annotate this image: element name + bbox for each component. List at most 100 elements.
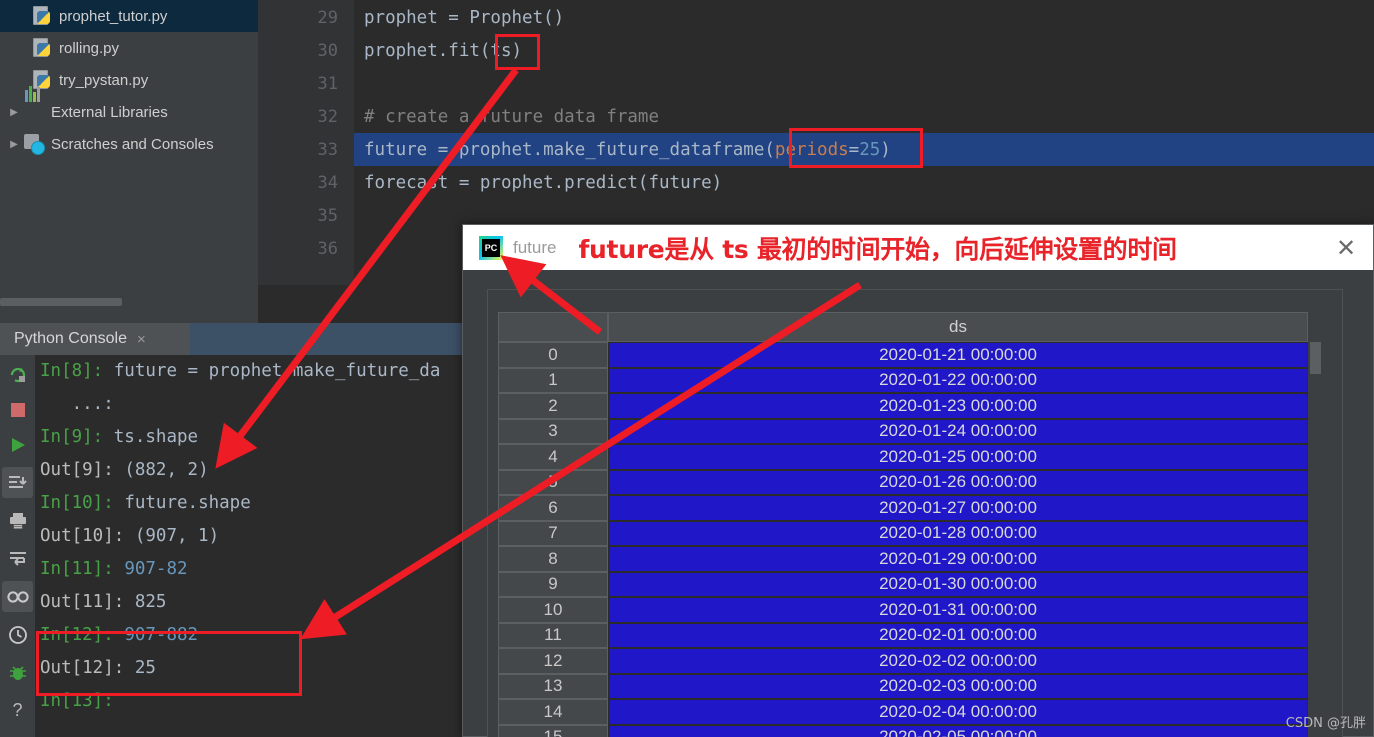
table-cell-index[interactable]: 7: [498, 520, 608, 546]
tree-item-external-libraries[interactable]: ▶ External Libraries: [0, 86, 258, 128]
table-header-index[interactable]: [498, 312, 608, 342]
scroll-to-end-icon[interactable]: [2, 467, 33, 498]
tab-python-console[interactable]: Python Console ×: [0, 323, 190, 355]
table-cell-ds[interactable]: 2020-01-28 00:00:00: [608, 520, 1308, 546]
table-cell-ds[interactable]: 2020-01-29 00:00:00: [608, 546, 1308, 572]
code-33-prefix: future = prophet.make_future_dataframe(: [364, 140, 775, 160]
table-cell-ds[interactable]: 2020-01-31 00:00:00: [608, 597, 1308, 623]
line-number: 35: [317, 206, 338, 226]
table-cell-ds[interactable]: 2020-01-22 00:00:00: [608, 367, 1308, 393]
close-icon[interactable]: ✕: [1333, 235, 1359, 262]
debug-icon[interactable]: [2, 657, 33, 688]
table-cell-index[interactable]: 9: [498, 571, 608, 597]
python-file-icon: [32, 6, 54, 26]
table-cell-ds[interactable]: 2020-01-24 00:00:00: [608, 418, 1308, 444]
console-line-in10: In[10]: future.shape: [40, 493, 251, 513]
table-row[interactable]: 14 2020-02-04 00:00:00: [498, 699, 1308, 725]
dataframe-table[interactable]: ds 0 2020-01-21 00:00:00 1 2020-01-22 00:00…: [498, 312, 1308, 737]
more-options-icon[interactable]: ?: [2, 695, 33, 726]
stop-icon[interactable]: [2, 394, 33, 425]
close-icon[interactable]: ×: [137, 331, 146, 348]
tree-item-scratches-and-consoles[interactable]: ▶ Scratches and Consoles: [0, 128, 258, 160]
table-row[interactable]: 15 2020-02-05 00:00:00: [498, 724, 1308, 737]
console-toolbar[interactable]: ?: [0, 355, 35, 737]
table-cell-index[interactable]: 2: [498, 393, 608, 419]
console-line-out9: Out[9]: (882, 2): [40, 460, 209, 480]
table-row[interactable]: 13 2020-02-03 00:00:00: [498, 673, 1308, 699]
table-cell-ds[interactable]: 2020-02-05 00:00:00: [608, 724, 1308, 737]
table-row[interactable]: 1 2020-01-22 00:00:00: [498, 367, 1308, 393]
soft-wrap-icon[interactable]: [2, 543, 33, 574]
table-row[interactable]: 4 2020-01-25 00:00:00: [498, 444, 1308, 470]
table-row[interactable]: 11 2020-02-01 00:00:00: [498, 622, 1308, 648]
table-cell-index[interactable]: 12: [498, 648, 608, 674]
table-cell-index[interactable]: 6: [498, 495, 608, 521]
console-prompt: Out[10]:: [40, 526, 125, 546]
table-cell-ds[interactable]: 2020-01-30 00:00:00: [608, 571, 1308, 597]
table-cell-ds[interactable]: 2020-01-25 00:00:00: [608, 444, 1308, 470]
future-dataframe-dialog[interactable]: future future是从 ts 最初的时间开始，向后延伸设置的时间 ✕ d…: [462, 224, 1374, 737]
table-body: 0 2020-01-21 00:00:00 1 2020-01-22 00:00:00…: [498, 342, 1308, 737]
scrollbar-thumb[interactable]: [1310, 342, 1321, 374]
annotation-box-console-in12: [36, 631, 302, 696]
python-file-icon: [32, 70, 54, 90]
table-row[interactable]: 7 2020-01-28 00:00:00: [498, 520, 1308, 546]
tree-item-label: try_pystan.py: [59, 71, 149, 89]
chevron-right-icon[interactable]: ▶: [4, 139, 24, 150]
table-row[interactable]: 9 2020-01-30 00:00:00: [498, 571, 1308, 597]
run-icon[interactable]: [2, 429, 33, 460]
dialog-annotation-text: future是从 ts 最初的时间开始，向后延伸设置的时间: [578, 234, 1177, 264]
table-cell-index[interactable]: 4: [498, 444, 608, 470]
table-cell-ds[interactable]: 2020-01-23 00:00:00: [608, 393, 1308, 419]
tree-item-label: External Libraries: [51, 103, 168, 121]
rerun-icon[interactable]: [2, 359, 33, 390]
table-cell-index[interactable]: 14: [498, 699, 608, 725]
chevron-right-icon[interactable]: ▶: [4, 107, 24, 118]
tab-label: Python Console: [14, 330, 127, 347]
tree-item-prophet-tutor[interactable]: prophet_tutor.py: [0, 0, 258, 32]
history-icon[interactable]: [2, 619, 33, 650]
table-cell-index[interactable]: 5: [498, 469, 608, 495]
library-bars-icon: [24, 86, 46, 122]
table-cell-ds[interactable]: 2020-02-03 00:00:00: [608, 673, 1308, 699]
table-cell-index[interactable]: 0: [498, 342, 608, 368]
show-variables-icon[interactable]: [2, 581, 33, 612]
table-cell-index[interactable]: 1: [498, 367, 608, 393]
console-prompt: Out[9]:: [40, 460, 114, 480]
table-row[interactable]: 5 2020-01-26 00:00:00: [498, 469, 1308, 495]
project-tree[interactable]: prophet_tutor.py rolling.py try_pystan.p…: [0, 0, 258, 300]
annotation-box-fit-ts: [495, 34, 540, 70]
table-row[interactable]: 8 2020-01-29 00:00:00: [498, 546, 1308, 572]
table-cell-ds[interactable]: 2020-01-21 00:00:00: [608, 342, 1308, 368]
annotation-box-periods: [789, 128, 923, 168]
print-icon[interactable]: [2, 505, 33, 536]
table-cell-index[interactable]: 8: [498, 546, 608, 572]
table-vertical-scrollbar[interactable]: [1308, 312, 1322, 736]
table-cell-ds[interactable]: 2020-02-01 00:00:00: [608, 622, 1308, 648]
table-cell-index[interactable]: 11: [498, 622, 608, 648]
tree-horizontal-scrollbar[interactable]: [0, 297, 258, 307]
table-cell-index[interactable]: 13: [498, 673, 608, 699]
table-cell-index[interactable]: 10: [498, 597, 608, 623]
scrollbar-thumb[interactable]: [0, 298, 122, 306]
table-row[interactable]: 10 2020-01-31 00:00:00: [498, 597, 1308, 623]
tree-item-rolling[interactable]: rolling.py: [0, 32, 258, 64]
table-header-ds[interactable]: ds: [608, 312, 1308, 342]
table-row[interactable]: 0 2020-01-21 00:00:00: [498, 342, 1308, 368]
table-cell-ds[interactable]: 2020-02-02 00:00:00: [608, 648, 1308, 674]
table-row[interactable]: 2 2020-01-23 00:00:00: [498, 393, 1308, 419]
table-row[interactable]: 6 2020-01-27 00:00:00: [498, 495, 1308, 521]
console-text: future.shape: [124, 493, 251, 513]
table-row[interactable]: 12 2020-02-02 00:00:00: [498, 648, 1308, 674]
pycharm-icon: [479, 235, 503, 260]
tree-item-label: rolling.py: [59, 39, 120, 57]
console-line-in8: In[8]: future = prophet.make_future_da: [40, 361, 440, 381]
table-cell-index[interactable]: 3: [498, 418, 608, 444]
table-cell-index[interactable]: 15: [498, 724, 608, 737]
table-cell-ds[interactable]: 2020-01-26 00:00:00: [608, 469, 1308, 495]
table-cell-ds[interactable]: 2020-01-27 00:00:00: [608, 495, 1308, 521]
table-cell-ds[interactable]: 2020-02-04 00:00:00: [608, 699, 1308, 725]
table-row[interactable]: 3 2020-01-24 00:00:00: [498, 418, 1308, 444]
code-line-32-comment: # create a future data frame: [364, 107, 660, 127]
dialog-title: future: [513, 237, 557, 257]
